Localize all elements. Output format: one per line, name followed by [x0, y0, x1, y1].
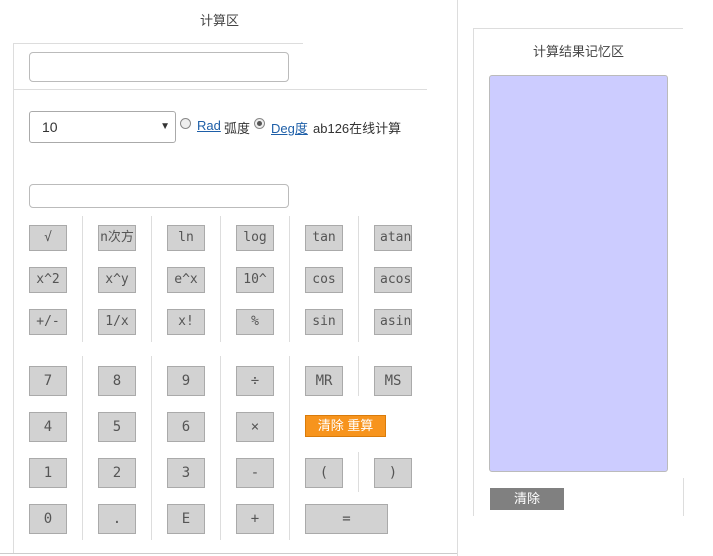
digit-7-button[interactable]: 7 [29, 366, 67, 396]
divider [13, 43, 14, 553]
divider [358, 452, 359, 492]
cos-button[interactable]: cos [305, 267, 343, 293]
divider [473, 28, 683, 29]
nth-root-button[interactable]: n次方 [98, 225, 136, 251]
divider [473, 28, 474, 516]
digit-3-button[interactable]: 3 [167, 458, 205, 488]
digit-4-button[interactable]: 4 [29, 412, 67, 442]
square-button[interactable]: x^2 [29, 267, 67, 293]
memory-recall-button[interactable]: MR [305, 366, 343, 396]
memory-area-title: 计算结果记忆区 [533, 44, 625, 59]
sqrt-button[interactable]: √ [29, 225, 67, 251]
divider [13, 43, 303, 44]
tan-button[interactable]: tan [305, 225, 343, 251]
factorial-button[interactable]: x! [167, 309, 205, 335]
caret-down-icon: ▼ [160, 121, 170, 132]
divider [289, 356, 290, 540]
negate-button[interactable]: +/- [29, 309, 67, 335]
divider [13, 89, 427, 90]
equals-button[interactable]: = [305, 504, 388, 534]
memory-clear-button[interactable]: 清除 [490, 488, 564, 510]
acos-button[interactable]: acos [374, 267, 412, 293]
exp-button[interactable]: e^x [167, 267, 205, 293]
sin-button[interactable]: sin [305, 309, 343, 335]
divider [457, 0, 458, 556]
divider [358, 216, 359, 342]
rad-text: 弧度 [224, 121, 251, 136]
base-select[interactable]: 10 ▼ [29, 111, 176, 143]
divider [220, 216, 221, 342]
digit-9-button[interactable]: 9 [167, 366, 205, 396]
minus-button[interactable]: - [236, 458, 274, 488]
base-select-value: 10 [42, 119, 58, 135]
divider [82, 216, 83, 342]
deg-radio[interactable] [254, 118, 265, 129]
right-paren-button[interactable]: ) [374, 458, 412, 488]
divide-button[interactable]: ÷ [236, 366, 274, 396]
divider [151, 356, 152, 540]
atan-button[interactable]: atan [374, 225, 412, 251]
percent-button[interactable]: % [236, 309, 274, 335]
digit-1-button[interactable]: 1 [29, 458, 67, 488]
digit-0-button[interactable]: 0 [29, 504, 67, 534]
power-button[interactable]: x^y [98, 267, 136, 293]
decimal-point-button[interactable]: . [98, 504, 136, 534]
digit-8-button[interactable]: 8 [98, 366, 136, 396]
digit-6-button[interactable]: 6 [167, 412, 205, 442]
divider [683, 478, 684, 516]
rad-link[interactable]: Rad [197, 118, 221, 133]
ten-power-button[interactable]: 10^ [236, 267, 274, 293]
divider [151, 216, 152, 342]
expression-input[interactable] [29, 52, 289, 82]
reciprocal-button[interactable]: 1/x [98, 309, 136, 335]
site-text: ab126在线计算 [313, 121, 402, 136]
memory-list[interactable] [489, 75, 668, 472]
digit-5-button[interactable]: 5 [98, 412, 136, 442]
deg-link[interactable]: Deg度 [271, 118, 308, 137]
rad-radio[interactable] [180, 118, 191, 129]
divider [82, 356, 83, 540]
clear-reset-button[interactable]: 清除 重算 [305, 415, 386, 437]
divider [0, 553, 457, 554]
digit-2-button[interactable]: 2 [98, 458, 136, 488]
divider [289, 216, 290, 342]
multiply-button[interactable]: × [236, 412, 274, 442]
asin-button[interactable]: asin [374, 309, 412, 335]
left-paren-button[interactable]: ( [305, 458, 343, 488]
exponent-e-button[interactable]: E [167, 504, 205, 534]
memory-store-button[interactable]: MS [374, 366, 412, 396]
divider [220, 356, 221, 540]
divider [358, 356, 359, 396]
ln-button[interactable]: ln [167, 225, 205, 251]
plus-button[interactable]: + [236, 504, 274, 534]
log-button[interactable]: log [236, 225, 274, 251]
result-input[interactable] [29, 184, 289, 208]
calc-area-title: 计算区 [200, 13, 240, 28]
